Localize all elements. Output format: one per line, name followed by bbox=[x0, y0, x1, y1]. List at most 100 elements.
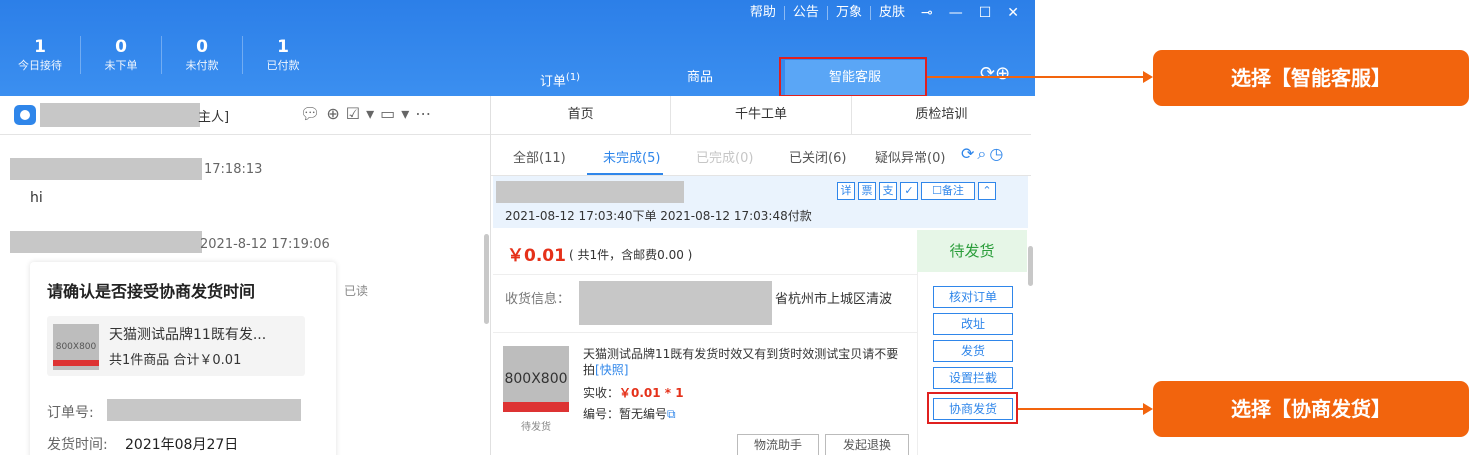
stat-paid[interactable]: 1 已付款 bbox=[242, 36, 323, 74]
filter-incomplete[interactable]: 未完成(5) bbox=[603, 147, 660, 166]
item-title: 天猫测试品牌11既有发货时效又有到货时效测试宝贝请不要拍 bbox=[583, 347, 899, 377]
arrow-negotiate-ship bbox=[1018, 403, 1153, 415]
tab-work-order[interactable]: 千牛工单 bbox=[671, 96, 852, 134]
check-order-button[interactable]: 核对订单 bbox=[933, 286, 1013, 308]
stat-label: 今日接待 bbox=[18, 59, 62, 72]
stat-value: 0 bbox=[196, 37, 208, 57]
add-contact-icon[interactable]: ⊕ bbox=[326, 104, 345, 123]
tab-goods[interactable]: 商品 bbox=[615, 60, 785, 96]
redacted-buyer-name bbox=[40, 103, 200, 127]
set-intercept-button[interactable]: 设置拦截 bbox=[933, 367, 1013, 389]
refresh-icon[interactable]: ⟳ bbox=[961, 144, 977, 163]
check-icon[interactable]: ✓ bbox=[900, 182, 918, 200]
ship-button[interactable]: 发货 bbox=[933, 340, 1013, 362]
message-time: 2021-8-12 17:19:06 bbox=[200, 237, 330, 252]
item-thumbnail[interactable]: 800X800 bbox=[503, 346, 569, 412]
more-icon[interactable]: ⋯ bbox=[415, 104, 437, 123]
sub-tabs: 首页 千牛工单 质检培训 bbox=[491, 96, 1031, 135]
collapse-icon[interactable]: ⌃ bbox=[978, 182, 996, 200]
notice-link[interactable]: 公告 bbox=[783, 6, 827, 20]
note-button[interactable]: ☐备注 bbox=[921, 182, 975, 200]
refresh-icon[interactable]: ⟳ bbox=[980, 63, 995, 84]
stat-label: 未付款 bbox=[185, 59, 219, 72]
item-paid: 实收：￥0.01 * 1 bbox=[583, 384, 684, 401]
product-name: 天猫测试品牌11既有发... bbox=[109, 327, 267, 343]
chat-toolbar: 💬︎⊕☑▾▭▾⋯ bbox=[300, 104, 437, 123]
callout-smart-service: 选择【智能客服】 bbox=[1153, 50, 1469, 106]
logistics-helper-button[interactable]: 物流助手 bbox=[737, 434, 819, 455]
qianniu-window: 帮助 公告 万象 皮肤 ⊸ — ☐ ✕ 1 今日接待 0 未下单 0 未付款 1 bbox=[0, 0, 1035, 455]
redacted-order-number bbox=[107, 399, 301, 421]
receiver-label: 收货信息： bbox=[505, 292, 571, 307]
tab-home[interactable]: 首页 bbox=[491, 96, 672, 134]
video-icon[interactable]: ▭▾ bbox=[380, 104, 415, 123]
stat-label: 未下单 bbox=[104, 59, 138, 72]
chat-panel: 主人] 💬︎⊕☑▾▭▾⋯ 17:18:13 hi 2021-8-12 17:19… bbox=[0, 96, 490, 455]
snapshot-link[interactable]: [快照] bbox=[595, 363, 628, 377]
product-thumbnail: 800X800 bbox=[53, 324, 99, 370]
filter-all[interactable]: 全部(11) bbox=[513, 147, 566, 166]
stat-label: 已付款 bbox=[266, 59, 300, 72]
paid-qty: * 1 bbox=[660, 386, 684, 400]
ship-time-value: 2021年08月27日 bbox=[125, 437, 239, 453]
add-icon[interactable]: ⊕ bbox=[995, 63, 1010, 84]
product-summary: 共1件商品 合计￥0.01 bbox=[109, 353, 242, 368]
skin-link[interactable]: 皮肤 bbox=[869, 6, 913, 20]
wanxiang-link[interactable]: 万象 bbox=[826, 6, 870, 20]
filter-abnormal[interactable]: 疑似异常(0) bbox=[875, 147, 945, 166]
stat-not-ordered[interactable]: 0 未下单 bbox=[80, 36, 161, 74]
filter-closed[interactable]: 已关闭(6) bbox=[789, 147, 846, 166]
order-filters: 全部(11) 未完成(5) 已完成(0) 已关闭(6) 疑似异常(0) ⟳⌕◷ bbox=[491, 135, 1031, 176]
minimize-icon[interactable]: — bbox=[941, 6, 971, 20]
search-icon[interactable]: ⌕ bbox=[977, 144, 989, 163]
order-times: 2021-08-12 17:03:40下单 2021-08-12 17:03:4… bbox=[505, 209, 812, 223]
thumbnail-banner bbox=[53, 360, 99, 366]
order-price: ￥0.01 bbox=[507, 246, 566, 266]
thumbnail-size-label: 800X800 bbox=[55, 342, 97, 352]
stat-value: 1 bbox=[277, 37, 289, 57]
price-note: ( 共1件，含邮费0.00 ) bbox=[569, 248, 693, 262]
item-thumbnail-size: 800X800 bbox=[504, 371, 568, 387]
tab-order[interactable]: 订单(1) bbox=[505, 60, 615, 96]
arrow-head bbox=[1143, 71, 1153, 83]
ship-time-label: 发货时间: bbox=[47, 437, 108, 453]
item-code-text: 编号：暂无编号 bbox=[583, 407, 668, 421]
avatar[interactable] bbox=[14, 105, 36, 125]
card-product[interactable]: 800X800 天猫测试品牌11既有发... 共1件商品 合计￥0.01 bbox=[47, 316, 305, 376]
copy-icon[interactable]: ⧉ bbox=[667, 407, 676, 421]
item-code: 编号：暂无编号⧉ bbox=[583, 405, 676, 422]
help-link[interactable]: 帮助 bbox=[742, 6, 784, 20]
paid-value: ￥0.01 bbox=[619, 386, 661, 400]
order-header: 详 票 支 ✓ ☐备注 ⌃ 2021-08-12 17:03:40下单 2021… bbox=[493, 176, 1028, 228]
refresh-add-icons: ⟳⊕ bbox=[980, 63, 1010, 84]
reception-stats: 1 今日接待 0 未下单 0 未付款 1 已付款 bbox=[0, 36, 323, 74]
arrow-smart-service bbox=[927, 71, 1153, 83]
card-title: 请确认是否接受协商发货时间 bbox=[47, 282, 256, 301]
price-row: ￥0.01 ( 共1件，含邮费0.00 ) bbox=[493, 230, 917, 275]
stat-today-received[interactable]: 1 今日接待 bbox=[0, 36, 80, 74]
change-address-button[interactable]: 改址 bbox=[933, 313, 1013, 335]
redacted-sender-2 bbox=[10, 231, 202, 253]
pay-icon[interactable]: 支 bbox=[879, 182, 897, 200]
tab-qc-training[interactable]: 质检培训 bbox=[852, 96, 1031, 134]
history-icon[interactable]: ◷ bbox=[989, 144, 1006, 163]
order-status: 待发货 bbox=[917, 230, 1027, 272]
tab-order-label: 订单 bbox=[539, 74, 566, 90]
maximize-icon[interactable]: ☐ bbox=[971, 6, 1000, 20]
close-icon[interactable]: ✕ bbox=[999, 6, 1027, 20]
filter-done[interactable]: 已完成(0) bbox=[696, 147, 753, 166]
initiate-return-button[interactable]: 发起退换 bbox=[825, 434, 909, 455]
chat-scrollbar[interactable] bbox=[484, 234, 489, 324]
stat-value: 0 bbox=[115, 37, 127, 57]
invoice-icon[interactable]: 票 bbox=[858, 182, 876, 200]
checklist-icon[interactable]: ☑▾ bbox=[346, 104, 380, 123]
chat-bubble-icon[interactable]: 💬︎ bbox=[300, 104, 326, 123]
window-controls: 帮助 公告 万象 皮肤 ⊸ — ☐ ✕ bbox=[742, 6, 1027, 20]
order-scrollbar[interactable] bbox=[1028, 246, 1033, 286]
active-filter-underline bbox=[587, 173, 663, 175]
detail-icon[interactable]: 详 bbox=[837, 182, 855, 200]
redacted-receiver bbox=[579, 281, 772, 325]
pin-icon[interactable]: ⊸ bbox=[913, 6, 941, 20]
stat-unpaid[interactable]: 0 未付款 bbox=[161, 36, 242, 74]
highlight-smart-service bbox=[779, 57, 927, 97]
